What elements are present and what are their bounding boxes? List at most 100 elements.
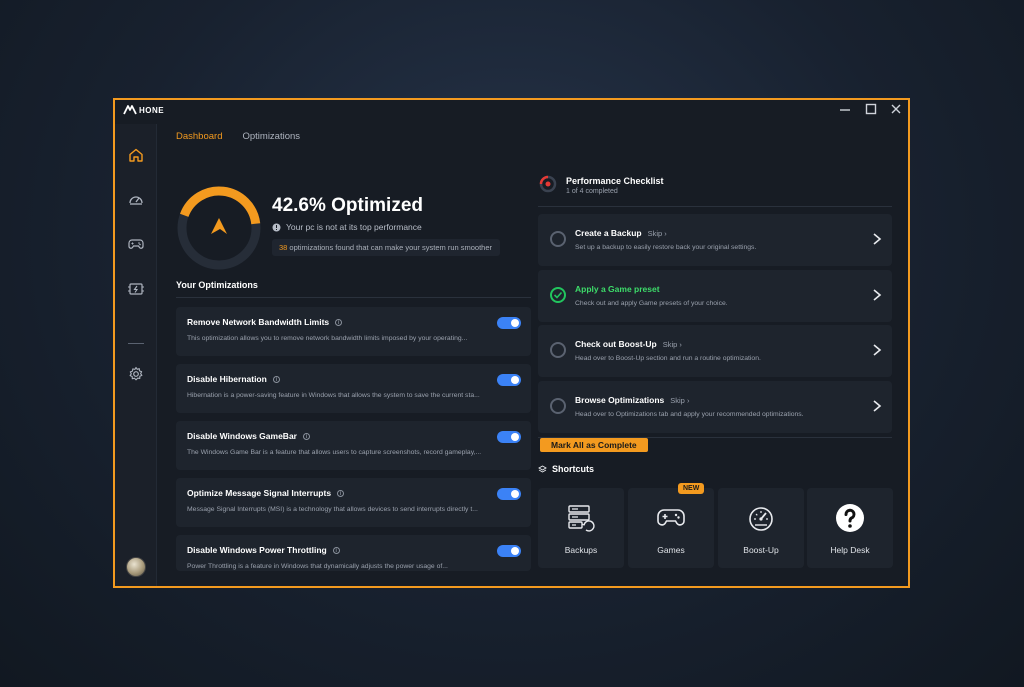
info-icon bbox=[272, 223, 281, 231]
optimizations-found-note: 38 optimizations found that can make you… bbox=[272, 239, 501, 256]
cpu-chip-icon bbox=[128, 283, 144, 295]
shortcut-backups[interactable]: Backups bbox=[538, 488, 624, 568]
checklist-item-name-row: Check out Boost-Up Skip › bbox=[575, 339, 682, 349]
shortcut-help-desk[interactable]: Help Desk bbox=[807, 488, 893, 568]
app-name: HONE bbox=[139, 105, 165, 115]
check-circle-icon bbox=[550, 287, 566, 303]
optimization-card[interactable]: Disable Windows Power Throttling i Power … bbox=[176, 535, 531, 571]
skip-label: Skip bbox=[662, 339, 678, 349]
close-button[interactable] bbox=[888, 103, 904, 119]
mark-all-complete-button[interactable]: Mark All as Complete bbox=[540, 438, 648, 452]
optimization-gauge bbox=[177, 186, 261, 270]
close-icon bbox=[891, 104, 901, 114]
optimization-name-row: Disable Windows GameBar i bbox=[187, 431, 310, 441]
layers-icon bbox=[538, 464, 547, 473]
optimization-desc: The Windows Game Bar is a feature that a… bbox=[187, 449, 482, 456]
info-icon[interactable]: i bbox=[332, 546, 340, 554]
shortcut-label: Help Desk bbox=[830, 545, 870, 555]
skip-label: Skip bbox=[647, 228, 663, 238]
optimization-card[interactable]: Disable Windows GameBar i The Windows Gam… bbox=[176, 421, 531, 470]
optimizations-found-text: optimizations found that can make your s… bbox=[287, 243, 493, 252]
app-logo: HONE bbox=[123, 105, 164, 115]
optimization-name-row: Disable Hibernation i bbox=[187, 374, 280, 384]
info-icon[interactable]: i bbox=[302, 432, 310, 440]
shortcut-games[interactable]: NEW Games bbox=[628, 483, 714, 568]
optimization-name: Remove Network Bandwidth Limits bbox=[187, 317, 330, 327]
maximize-button[interactable] bbox=[863, 103, 879, 119]
chevron-right-icon bbox=[873, 400, 882, 412]
checklist-item-browse[interactable]: Browse Optimizations Skip › Head over to … bbox=[538, 381, 892, 433]
checklist-item-desc: Head over to Optimizations tab and apply… bbox=[575, 411, 804, 418]
info-icon[interactable]: i bbox=[272, 375, 280, 383]
optimization-desc: Message Signal Interrupts (MSI) is a tec… bbox=[187, 506, 478, 513]
shortcut-label: Games bbox=[657, 545, 685, 555]
speedometer-icon bbox=[745, 504, 777, 532]
gamepad-icon bbox=[655, 504, 687, 532]
gear-icon bbox=[129, 366, 143, 381]
tab-dashboard[interactable]: Dashboard bbox=[176, 131, 222, 142]
optimization-card[interactable]: Disable Hibernation i Hibernation is a po… bbox=[176, 364, 531, 413]
checklist-item-name: Check out Boost-Up bbox=[575, 339, 657, 349]
sidebar-item-settings[interactable] bbox=[115, 358, 157, 390]
checklist-item-name: Apply a Game preset bbox=[575, 284, 660, 294]
your-optimizations-heading: Your Optimizations bbox=[176, 280, 258, 290]
checklist-item-name: Create a Backup bbox=[575, 228, 642, 238]
hone-arrow-icon bbox=[211, 218, 227, 234]
optimization-name: Optimize Message Signal Interrupts bbox=[187, 488, 332, 498]
sidebar-divider bbox=[128, 343, 144, 344]
optimization-warning: Your pc is not at its top performance bbox=[272, 222, 422, 232]
checklist-progress-icon bbox=[539, 175, 557, 193]
sidebar-item-hardware[interactable] bbox=[115, 273, 157, 305]
checklist-item-desc: Head over to Boost-Up section and run a … bbox=[575, 355, 761, 362]
hone-logo-icon bbox=[123, 105, 137, 115]
tab-optimizations[interactable]: Optimizations bbox=[242, 131, 300, 142]
checkbox-circle-icon bbox=[550, 398, 566, 414]
shortcut-boost-up[interactable]: Boost-Up bbox=[718, 488, 804, 568]
checklist-item-boost-up[interactable]: Check out Boost-Up Skip › Head over to Bo… bbox=[538, 325, 892, 377]
sidebar-item-games[interactable] bbox=[115, 228, 157, 260]
section-divider bbox=[538, 206, 892, 207]
gamepad-icon bbox=[128, 239, 144, 249]
maximize-icon bbox=[865, 103, 877, 115]
checklist-item-backup[interactable]: Create a Backup Skip › Set up a backup to… bbox=[538, 214, 892, 266]
optimization-toggle[interactable] bbox=[497, 317, 521, 329]
skip-label: Skip bbox=[670, 395, 685, 405]
sidebar-item-home[interactable] bbox=[115, 139, 157, 171]
minimize-button[interactable] bbox=[837, 103, 853, 119]
optimization-toggle[interactable] bbox=[497, 545, 521, 557]
optimization-card[interactable]: Optimize Message Signal Interrupts i Mess… bbox=[176, 478, 531, 527]
optimization-toggle[interactable] bbox=[497, 374, 521, 386]
shortcut-label: Boost-Up bbox=[743, 545, 779, 555]
checklist-title: Performance Checklist bbox=[566, 176, 664, 186]
optimization-toggle[interactable] bbox=[497, 488, 521, 500]
checklist-item-name-row: Browse Optimizations Skip › bbox=[575, 395, 689, 405]
skip-link[interactable]: Skip › bbox=[670, 396, 689, 405]
optimization-desc: This optimization allows you to remove n… bbox=[187, 335, 468, 342]
speedometer-icon bbox=[129, 196, 143, 205]
server-restore-icon bbox=[565, 504, 597, 532]
new-badge: NEW bbox=[678, 483, 705, 494]
sidebar bbox=[115, 124, 157, 586]
checklist-item-game-preset[interactable]: Apply a Game preset Check out and apply … bbox=[538, 270, 892, 322]
checklist-item-name-row: Create a Backup Skip › bbox=[575, 228, 667, 238]
optimization-name-row: Remove Network Bandwidth Limits i bbox=[187, 317, 343, 327]
checklist-item-name-row: Apply a Game preset bbox=[575, 284, 660, 294]
checkbox-circle-icon bbox=[550, 342, 566, 358]
info-icon[interactable]: i bbox=[335, 318, 343, 326]
optimization-desc: Power Throttling is a feature in Windows… bbox=[187, 563, 448, 570]
user-avatar[interactable] bbox=[126, 557, 146, 577]
chevron-right-icon bbox=[873, 233, 882, 245]
skip-link[interactable]: Skip › bbox=[663, 340, 682, 349]
optimization-name: Disable Windows GameBar bbox=[187, 431, 297, 441]
sidebar-item-boost[interactable] bbox=[115, 184, 157, 216]
optimization-percent-title: 42.6% Optimized bbox=[272, 195, 423, 216]
optimization-toggle[interactable] bbox=[497, 431, 521, 443]
shortcut-label: Backups bbox=[564, 545, 598, 555]
skip-link[interactable]: Skip › bbox=[648, 229, 667, 238]
chevron-right-icon bbox=[873, 344, 882, 356]
optimization-name-row: Disable Windows Power Throttling i bbox=[187, 545, 340, 555]
main-tabs: Dashboard Optimizations bbox=[176, 131, 300, 142]
checklist-progress-text: 1 of 4 completed bbox=[566, 188, 618, 195]
info-icon[interactable]: i bbox=[337, 489, 345, 497]
optimization-card[interactable]: Remove Network Bandwidth Limits i This op… bbox=[176, 307, 531, 356]
